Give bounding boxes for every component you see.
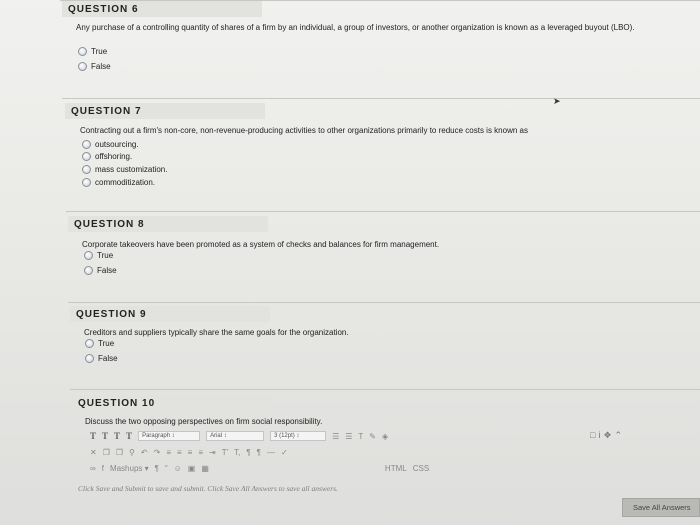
question-6-option-false[interactable]: False [78, 61, 111, 72]
question-8-option-false[interactable]: False [84, 265, 117, 276]
spellcheck-icon[interactable]: ✓ [281, 448, 288, 457]
paste-icon[interactable]: ❒ [116, 448, 123, 457]
radio-button[interactable] [85, 339, 94, 348]
question-9-text: Creditors and suppliers typically share … [84, 328, 349, 337]
align-justify-icon[interactable]: ≡ [198, 448, 203, 457]
question-6-text: Any purchase of a controlling quantity o… [76, 23, 635, 32]
question-9-option-true[interactable]: True [85, 338, 114, 349]
italic-button[interactable]: T [102, 431, 108, 441]
question-divider [70, 389, 700, 390]
radio-button[interactable] [84, 266, 93, 275]
question-divider [68, 302, 700, 303]
bold-button[interactable]: T [90, 431, 96, 441]
question-8-header: QUESTION 8 [68, 216, 268, 232]
superscript-button[interactable]: T' [222, 448, 228, 457]
css-button[interactable]: CSS [413, 464, 429, 473]
save-all-answers-button[interactable]: Save All Answers [622, 498, 700, 517]
ltr-icon[interactable]: ¶ [246, 448, 250, 457]
numbered-list-icon[interactable]: ☰ [345, 432, 352, 441]
html-button[interactable]: HTML [385, 464, 407, 473]
question-10-header: QUESTION 10 [72, 395, 272, 411]
editor-toolbar-row-1: T T T T Paragraph ↕ Arial ↕ 3 (12pt) ↕ ☰… [90, 430, 394, 442]
align-center-icon[interactable]: ≡ [177, 448, 182, 457]
undo-icon[interactable]: ↶ [141, 448, 148, 457]
fullscreen-icon[interactable]: ❖ [603, 430, 614, 440]
text-color-icon[interactable]: T [358, 432, 363, 441]
radio-button[interactable] [82, 165, 91, 174]
emoji-icon[interactable]: ☺ [174, 464, 182, 473]
question-9-option-false[interactable]: False [85, 353, 118, 364]
paragraph-mark-icon[interactable]: ¶ [155, 464, 159, 473]
font-select[interactable]: Arial ↕ [206, 431, 265, 441]
highlight-icon[interactable]: ✎ [369, 432, 376, 441]
align-right-icon[interactable]: ≡ [188, 448, 193, 457]
cut-icon[interactable]: ✕ [90, 448, 97, 457]
question-7-option-mass-customization[interactable]: mass customization. [82, 164, 167, 175]
question-9-header: QUESTION 9 [70, 306, 270, 322]
strikethrough-button[interactable]: T [126, 431, 132, 441]
redo-icon[interactable]: ↷ [154, 448, 161, 457]
question-divider [62, 98, 700, 99]
question-8-option-true[interactable]: True [84, 250, 113, 261]
rtl-icon[interactable]: ¶ [257, 448, 261, 457]
question-10-text: Discuss the two opposing perspectives on… [85, 417, 323, 426]
question-7-option-commoditization[interactable]: commoditization. [82, 177, 155, 188]
clear-format-icon[interactable]: ◈ [382, 432, 388, 441]
radio-button[interactable] [82, 152, 91, 161]
image-icon[interactable]: ▣ [188, 464, 196, 473]
radio-button[interactable] [85, 354, 94, 363]
underline-button[interactable]: T [114, 431, 120, 441]
quiz-page: QUESTION 6 Any purchase of a controlling… [0, 0, 700, 525]
mashups-button[interactable]: Mashups ▾ [110, 464, 149, 473]
editor-right-tools: □i❖⌃ [590, 430, 625, 441]
table-icon[interactable]: ▦ [201, 464, 209, 473]
radio-button[interactable] [78, 47, 87, 56]
formula-icon[interactable]: f [102, 464, 104, 473]
question-7-header: QUESTION 7 [65, 103, 265, 119]
radio-button[interactable] [82, 140, 91, 149]
radio-button[interactable] [78, 62, 87, 71]
horizontal-rule-icon[interactable]: — [267, 448, 275, 457]
mouse-cursor-icon: ➤ [553, 96, 561, 106]
link-icon[interactable]: ∞ [90, 464, 96, 473]
size-select[interactable]: 3 (12pt) ↕ [270, 431, 327, 441]
bullet-list-icon[interactable]: ☰ [332, 432, 339, 441]
question-7-text: Contracting out a firm's non-core, non-r… [80, 126, 528, 135]
indent-icon[interactable]: ⇥ [209, 448, 216, 457]
question-8-text: Corporate takeovers have been promoted a… [82, 240, 440, 249]
copy-icon[interactable]: ❐ [103, 448, 110, 457]
collapse-icon[interactable]: ⌃ [615, 430, 626, 440]
editor-toolbar-row-2: ✕ ❐ ❒ ⚲ ↶ ↷ ≡ ≡ ≡ ≡ ⇥ T' T, ¶ ¶ — ✓ [90, 446, 294, 458]
question-6-option-true[interactable]: True [78, 46, 107, 57]
align-left-icon[interactable]: ≡ [166, 448, 171, 457]
radio-button[interactable] [82, 178, 91, 187]
question-6-header: QUESTION 6 [62, 1, 262, 17]
question-7-option-offshoring[interactable]: offshoring. [82, 151, 132, 162]
save-hint-text: Click Save and Submit to save and submit… [78, 484, 338, 493]
question-7-option-outsourcing[interactable]: outsourcing. [82, 139, 139, 150]
radio-button[interactable] [84, 251, 93, 260]
subscript-button[interactable]: T, [234, 448, 240, 457]
question-divider [66, 211, 700, 212]
editor-toolbar-row-3: ∞ f Mashups ▾ ¶ “ ☺ ▣ ▦ HTML CSS [90, 462, 435, 474]
paragraph-select[interactable]: Paragraph ↕ [138, 431, 201, 441]
quote-icon[interactable]: “ [165, 464, 168, 473]
find-icon[interactable]: ⚲ [129, 448, 135, 457]
